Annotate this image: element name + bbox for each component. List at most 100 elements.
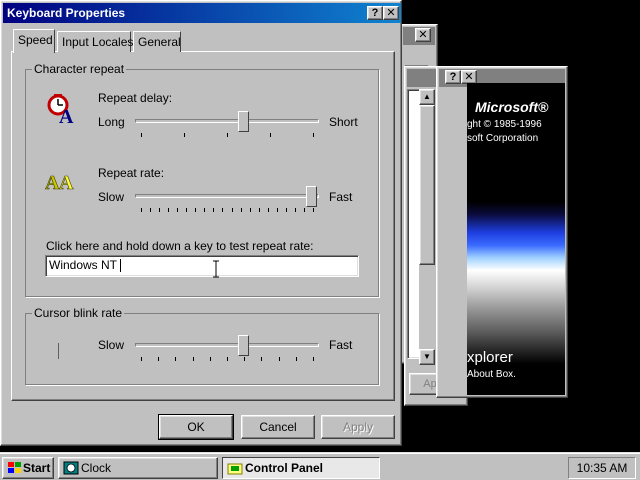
- taskbar-item-control-panel[interactable]: Control Panel: [222, 457, 380, 479]
- test-repeat-input[interactable]: Windows NT: [45, 255, 359, 277]
- vertical-scrollbar[interactable]: ▲ ▼: [419, 89, 435, 365]
- slider-thumb[interactable]: [306, 186, 317, 207]
- repeat-delay-slider[interactable]: [133, 111, 321, 139]
- slider-tick: [175, 357, 176, 361]
- apply-button[interactable]: Apply: [321, 415, 395, 439]
- splash-app-name: xplorer: [467, 349, 513, 366]
- help-icon[interactable]: ?: [367, 6, 383, 20]
- ok-button[interactable]: OK: [158, 414, 234, 440]
- cursor-blink-min-label: Slow: [98, 338, 125, 352]
- slider-thumb[interactable]: [238, 335, 250, 356]
- repeat-delay-label: Repeat delay:: [98, 91, 173, 105]
- svg-text:A: A: [59, 172, 74, 193]
- start-button[interactable]: Start: [2, 457, 54, 479]
- slider-tick: [213, 208, 214, 212]
- slider-tick: [250, 208, 251, 212]
- background-window-splash[interactable]: ? ✕ Microsoft® ght © 1985-1996 soft Corp…: [436, 66, 568, 398]
- repeat-rate-min-label: Slow: [98, 190, 125, 204]
- splash-about: About Box.: [467, 369, 516, 380]
- scroll-thumb[interactable]: [419, 105, 435, 265]
- slider-track: [135, 119, 319, 123]
- text-cursor-icon: [213, 260, 219, 278]
- slider-tick: [270, 133, 271, 137]
- slider-track: [135, 194, 319, 198]
- slider-tick: [304, 208, 305, 212]
- repeat-rate-slider[interactable]: [133, 186, 321, 214]
- repeat-rate-max-label: Fast: [329, 190, 353, 204]
- clock-time: 10:35 AM: [576, 461, 628, 475]
- slider-tick: [195, 208, 196, 212]
- tab-speed[interactable]: Speed: [13, 29, 55, 53]
- slider-ticks: [141, 357, 314, 363]
- dialog-titlebar[interactable]: Keyboard Properties: [3, 3, 401, 23]
- slider-tick: [279, 357, 280, 361]
- slider-tick: [286, 208, 287, 212]
- slider-tick: [232, 208, 233, 212]
- slider-thumb[interactable]: [238, 111, 250, 132]
- svg-text:A: A: [45, 172, 60, 193]
- windows-logo-icon: [8, 462, 21, 473]
- cursor-blink-max-label: Fast: [329, 338, 353, 352]
- start-label: Start: [23, 461, 51, 475]
- slider-track: [135, 343, 319, 347]
- slider-tick: [313, 357, 314, 361]
- svg-text:A: A: [59, 106, 74, 125]
- slider-ticks: [141, 208, 314, 214]
- scroll-up-icon[interactable]: ▲: [419, 89, 435, 105]
- cursor-blink-label: Cursor blink rate: [32, 306, 125, 320]
- slider-tick: [259, 208, 260, 212]
- taskbar-item-clock[interactable]: Clock: [58, 457, 218, 479]
- cursor-blink-slider[interactable]: [133, 335, 321, 363]
- slider-tick: [313, 133, 314, 137]
- repeat-delay-icon: A: [47, 94, 74, 125]
- slider-tick: [177, 208, 178, 212]
- system-clock[interactable]: 10:35 AM: [568, 457, 636, 479]
- scroll-down-icon[interactable]: ▼: [419, 349, 435, 365]
- splash-brand: Microsoft®: [475, 99, 549, 115]
- splash-corporation: soft Corporation: [467, 133, 539, 144]
- slider-tick: [296, 357, 297, 361]
- slider-tick: [141, 208, 142, 212]
- slider-tick: [193, 357, 194, 361]
- slider-tick: [158, 357, 159, 361]
- slider-tick: [227, 357, 228, 361]
- slider-tick: [141, 357, 142, 361]
- slider-tick: [150, 208, 151, 212]
- keyboard-properties-dialog[interactable]: Keyboard Properties ? ✕ Speed Input Loca…: [0, 0, 402, 446]
- slider-tick: [141, 133, 142, 137]
- slider-tick: [313, 208, 314, 212]
- slider-tick: [204, 208, 205, 212]
- slider-tick: [261, 357, 262, 361]
- slider-tick: [295, 208, 296, 212]
- slider-tick: [184, 133, 185, 137]
- dialog-title: Keyboard Properties: [7, 6, 126, 20]
- text-caret: [120, 259, 122, 273]
- character-repeat-label: Character repeat: [32, 62, 127, 76]
- close-icon[interactable]: ✕: [461, 70, 477, 84]
- slider-tick: [168, 208, 169, 212]
- slider-tick: [241, 208, 242, 212]
- slider-tick: [277, 208, 278, 212]
- blinking-cursor-preview: [58, 343, 59, 359]
- slider-tick: [227, 133, 228, 137]
- repeat-rate-icon: A A: [45, 172, 74, 193]
- taskbar-item-label: Clock: [81, 461, 112, 475]
- tab-input-locales[interactable]: Input Locales: [57, 31, 133, 52]
- slider-ticks: [141, 133, 314, 139]
- slider-tick: [159, 208, 160, 212]
- splash-copyright: ght © 1985-1996: [467, 119, 542, 130]
- cancel-button[interactable]: Cancel: [241, 415, 315, 439]
- clock-icon: [63, 461, 79, 475]
- help-icon[interactable]: ?: [445, 70, 461, 84]
- repeat-rate-label: Repeat rate:: [98, 166, 165, 180]
- slider-tick: [268, 208, 269, 212]
- slider-tick: [186, 208, 187, 212]
- slider-tick: [244, 357, 245, 361]
- close-icon[interactable]: ✕: [415, 28, 431, 42]
- test-repeat-value: Windows NT: [49, 258, 121, 272]
- close-icon[interactable]: ✕: [383, 6, 399, 20]
- repeat-delay-min-label: Long: [98, 115, 125, 129]
- tab-general[interactable]: General: [133, 31, 181, 52]
- slider-tick: [210, 357, 211, 361]
- test-repeat-prompt: Click here and hold down a key to test r…: [46, 239, 314, 253]
